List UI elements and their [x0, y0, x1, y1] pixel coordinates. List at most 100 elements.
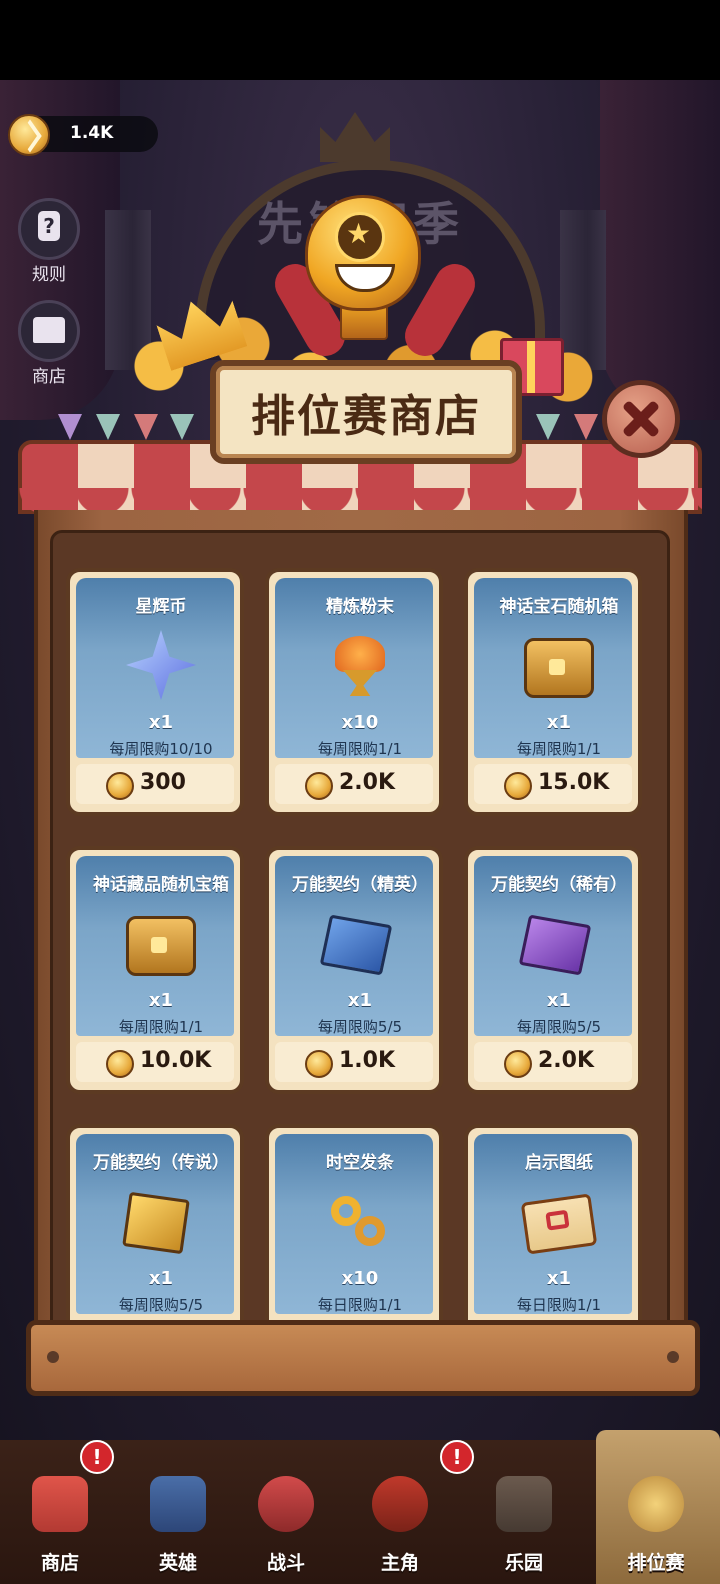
buy-button[interactable]: 15.0K [474, 764, 632, 804]
card-display: 时空发条 x10 每日限购1/1 [275, 1134, 433, 1314]
hero-cards-icon [150, 1476, 206, 1532]
ranked-emblem-icon [628, 1476, 684, 1532]
item-purchase-limit: 每周限购5/5 [516, 1018, 602, 1036]
pennant-flag [574, 414, 598, 440]
pennant-flag [58, 414, 82, 440]
trophy-star-icon [335, 212, 385, 262]
item-price: 2.0K [538, 1048, 595, 1073]
buy-button[interactable]: 10.0K [76, 1042, 234, 1082]
item-name: 万能契约（稀有） [491, 875, 627, 895]
rules-label: 规则 [32, 265, 66, 285]
status-bar [0, 0, 720, 80]
currency-amount: 1.4K [70, 123, 114, 143]
gold-book-icon [122, 1191, 190, 1255]
buy-button[interactable]: 2.0K [275, 764, 433, 804]
ranked-coin-icon [504, 1050, 532, 1078]
treasure-chest-icon [524, 638, 594, 698]
item-purchase-limit: 每周限购1/1 [516, 740, 602, 758]
ranked-coin-icon [106, 1050, 134, 1078]
item-purchase-limit: 每日限购1/1 [317, 1296, 403, 1314]
item-name: 万能契约（精英） [292, 875, 428, 895]
pennant-flag [96, 414, 120, 440]
card-display: 万能契约（精英） x1 每周限购5/5 [275, 856, 433, 1036]
item-purchase-limit: 每周限购5/5 [118, 1296, 204, 1314]
item-purchase-limit: 每周限购5/5 [317, 1018, 403, 1036]
item-name: 时空发条 [326, 1153, 394, 1173]
rules-button[interactable]: ? 规则 [18, 198, 80, 285]
alert-badge: ! [440, 1440, 474, 1474]
item-purchase-limit: 每周限购1/1 [317, 740, 403, 758]
treasure-chest-icon [126, 916, 196, 976]
buy-button[interactable]: 1.0K [275, 1042, 433, 1082]
nav-heroes[interactable]: 英雄 [128, 1466, 228, 1584]
shop-item-card[interactable]: 万能契约（稀有） x1 每周限购5/5 2.0K [464, 846, 642, 1094]
item-name: 精炼粉末 [326, 597, 394, 617]
nav-shop[interactable]: 商店 [10, 1466, 110, 1584]
shop-item-card[interactable]: 神话藏品随机宝箱 x1 每周限购1/1 10.0K [66, 846, 244, 1094]
nav-label: 排位赛 [627, 1552, 685, 1574]
close-button[interactable] [602, 380, 680, 458]
item-purchase-limit: 每周限购1/1 [118, 1018, 204, 1036]
ranked-coin-icon [305, 772, 333, 800]
item-name: 神话藏品随机宝箱 [93, 875, 229, 895]
nav-label: 英雄 [158, 1552, 197, 1574]
ranked-coin-icon [106, 772, 134, 800]
nav-label: 主角 [380, 1552, 419, 1574]
shop-title: 排位赛商店 [251, 391, 481, 442]
pennant-flag [536, 414, 560, 440]
shop-side-button[interactable]: 商店 [18, 300, 80, 387]
item-price: 15.0K [538, 770, 610, 795]
ranked-coin-icon [305, 1050, 333, 1078]
currency-display[interactable]: 1.4K [8, 114, 158, 156]
ranked-coin-icon [504, 772, 532, 800]
pennant-flag [170, 414, 194, 440]
owl-character-icon [372, 1476, 428, 1532]
nail [47, 1351, 59, 1363]
ranked-coin-icon [8, 114, 50, 156]
item-price: 10.0K [140, 1048, 212, 1073]
item-purchase-limit: 每周限购10/10 [109, 740, 213, 758]
star-coin-icon [126, 630, 196, 700]
item-quantity: x10 [341, 712, 379, 733]
item-quantity: x1 [148, 712, 174, 733]
shop-item-card[interactable]: 万能契约（精英） x1 每周限购5/5 1.0K [265, 846, 443, 1094]
nav-paradise[interactable]: 乐园 [474, 1466, 574, 1584]
rules-icon: ? [18, 198, 80, 260]
item-quantity: x10 [341, 1268, 379, 1289]
nav-hero[interactable]: 主角 [350, 1466, 450, 1584]
item-name: 启示图纸 [525, 1153, 593, 1173]
shop-item-card[interactable]: 精炼粉末 x10 每周限购1/1 2.0K [265, 568, 443, 816]
buy-button[interactable]: 2.0K [474, 1042, 632, 1082]
nav-label: 商店 [40, 1552, 79, 1574]
item-purchase-limit: 每日限购1/1 [516, 1296, 602, 1314]
buy-button[interactable]: 300 [76, 764, 234, 804]
item-name: 神话宝石随机箱 [499, 597, 619, 617]
lock-icon [496, 1476, 552, 1532]
alert-badge: ! [80, 1440, 114, 1474]
card-display: 神话藏品随机宝箱 x1 每周限购1/1 [76, 856, 234, 1036]
shop-item-card[interactable]: 星辉币 x1 每周限购10/10 300 [66, 568, 244, 816]
nav-ranked[interactable]: 排位赛 [606, 1466, 706, 1584]
item-price: 2.0K [339, 770, 396, 795]
item-name: 万能契约（传说） [93, 1153, 229, 1173]
item-price: 300 [140, 770, 186, 795]
shop-side-label: 商店 [32, 367, 66, 387]
card-display: 启示图纸 x1 每日限购1/1 [474, 1134, 632, 1314]
clockwork-spring-icon [325, 1186, 395, 1256]
nav-battle[interactable]: 战斗 [236, 1466, 336, 1584]
nav-label: 乐园 [504, 1552, 543, 1574]
card-display: 万能契约（稀有） x1 每周限购5/5 [474, 856, 632, 1036]
blue-book-icon [319, 914, 393, 976]
shop-item-card[interactable]: 神话宝石随机箱 x1 每周限购1/1 15.0K [464, 568, 642, 816]
shop-bottom-shelf [26, 1320, 700, 1396]
item-quantity: x1 [546, 1268, 572, 1289]
item-quantity: x1 [347, 990, 373, 1011]
nail [667, 1351, 679, 1363]
pennant-flag [134, 414, 158, 440]
card-display: 神话宝石随机箱 x1 每周限购1/1 [474, 578, 632, 758]
nav-label: 战斗 [266, 1552, 305, 1574]
battle-icon [258, 1476, 314, 1532]
shop-icon [32, 1476, 88, 1532]
shop-icon [18, 300, 80, 362]
card-display: 星辉币 x1 每周限购10/10 [76, 578, 234, 758]
